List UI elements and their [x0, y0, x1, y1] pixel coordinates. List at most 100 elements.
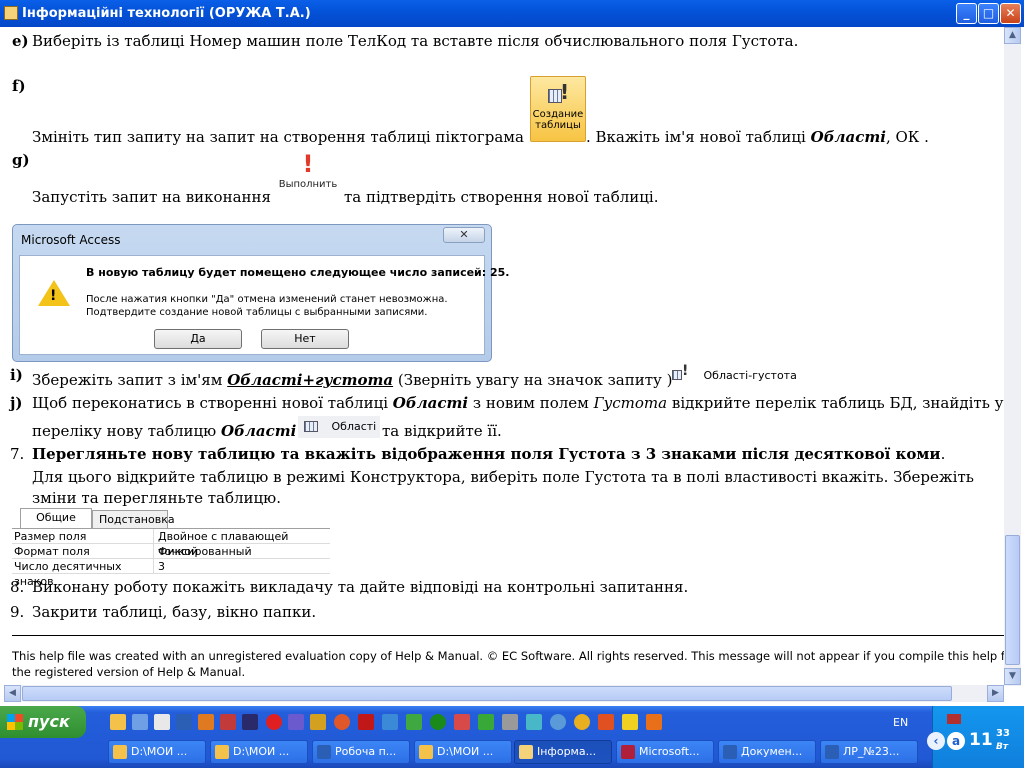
quicklaunch-app9-icon[interactable]: [526, 714, 542, 730]
step-e-text: Виберіть із таблиці Номер машин поле Тел…: [32, 32, 799, 50]
taskbar-item[interactable]: Microsoft...: [616, 740, 714, 764]
property-row[interactable]: Размер поля Двойное с плавающей точкой: [12, 529, 330, 558]
step-marker-g: g): [12, 151, 30, 169]
step-8-text: Виконану роботу покажіть викладачу та да…: [32, 578, 689, 596]
tab-general[interactable]: Общие: [20, 508, 92, 528]
quicklaunch-folder-icon[interactable]: [110, 714, 126, 730]
taskbar: пуск D:\МОИ ... D:\МОИ ... Робоча п... D…: [0, 706, 1024, 768]
exclamation-icon: !: [560, 80, 570, 104]
quicklaunch-chrome-icon[interactable]: [574, 714, 590, 730]
taskbar-item-active[interactable]: Інформа...: [514, 740, 612, 764]
dialog-yes-button[interactable]: Да: [154, 329, 242, 349]
window-title: Інформаційні технології (ОРУЖА Т.А.): [22, 6, 311, 21]
vertical-scroll-thumb[interactable]: [1005, 535, 1020, 665]
folder-icon: [113, 745, 127, 759]
property-row[interactable]: Формат поля Фиксированный: [12, 544, 330, 559]
step-marker-8: 8.: [10, 578, 25, 596]
horizontal-scroll-thumb[interactable]: [22, 686, 952, 701]
scroll-left-button[interactable]: ◀: [4, 685, 21, 702]
taskbar-item[interactable]: Робоча п...: [312, 740, 410, 764]
scroll-down-button[interactable]: ▼: [1004, 668, 1021, 685]
quicklaunch-settings-icon[interactable]: [198, 714, 214, 730]
table-object-chip: Області: [298, 416, 380, 438]
quicklaunch-app2-icon[interactable]: [288, 714, 304, 730]
make-table-label-line2: таблицы: [535, 120, 581, 131]
folder-icon: [215, 745, 229, 759]
folder-icon: [419, 745, 433, 759]
step-7-heading: Перегляньте нову таблицю та вкажіть відо…: [32, 445, 946, 463]
step-marker-i: i): [10, 366, 23, 384]
help-book-icon: [519, 745, 533, 759]
quicklaunch-app4-icon[interactable]: [334, 714, 350, 730]
scroll-right-button[interactable]: ▶: [987, 685, 1004, 702]
step-marker-e: e): [12, 32, 29, 50]
quicklaunch-opera-icon[interactable]: [266, 714, 282, 730]
horizontal-scrollbar[interactable]: ◀ ▶: [4, 685, 1004, 702]
quicklaunch-acrobat-icon[interactable]: [358, 714, 374, 730]
quicklaunch-search-icon[interactable]: [550, 714, 566, 730]
step-marker-9: 9.: [10, 603, 25, 621]
dialog-message-line1: После нажатия кнопки "Да" отмена изменен…: [86, 294, 448, 305]
word-doc-icon: [317, 745, 331, 759]
tray-expand-icon[interactable]: ‹: [927, 732, 945, 750]
quicklaunch-app6-icon[interactable]: [454, 714, 470, 730]
property-row[interactable]: Число десятичных знаков 3: [12, 559, 330, 588]
quicklaunch-word-icon[interactable]: [176, 714, 192, 730]
start-button[interactable]: пуск: [0, 706, 86, 738]
footer-notice-line2: the registered version of Help & Manual.: [12, 665, 246, 679]
step-i-text: Збережіть запит з ім'ям Області+густота …: [32, 371, 673, 389]
clock-day: Вт: [996, 742, 1009, 752]
scroll-up-button[interactable]: ▲: [1004, 27, 1021, 44]
step-7-line3: зміни та перегляньте таблицю.: [32, 489, 282, 507]
maximize-button[interactable]: □: [978, 3, 999, 24]
quicklaunch-desktop-icon[interactable]: [132, 714, 148, 730]
table-icon: [304, 420, 322, 434]
quicklaunch-app-icon[interactable]: [220, 714, 236, 730]
vertical-scrollbar[interactable]: ▲ ▼: [1004, 27, 1021, 686]
dialog-message-main: В новую таблицу будет помещено следующее…: [86, 266, 510, 279]
quicklaunch-ie-icon[interactable]: [382, 714, 398, 730]
language-indicator[interactable]: EN: [893, 716, 908, 729]
dialog-message-line2: Подтвердите создание новой таблицы с выб…: [86, 307, 428, 318]
properties-grid: Размер поля Двойное с плавающей точкой Фо…: [12, 528, 330, 588]
step-marker-f: f): [12, 77, 26, 95]
taskbar-item[interactable]: D:\МОИ ...: [210, 740, 308, 764]
quicklaunch-app8-icon[interactable]: [502, 714, 518, 730]
taskbar-item[interactable]: Докумен...: [718, 740, 816, 764]
taskbar-item[interactable]: D:\МОИ ...: [414, 740, 512, 764]
footer-notice-line1: This help file was created with an unreg…: [12, 649, 1004, 663]
quicklaunch-app3-icon[interactable]: [310, 714, 326, 730]
make-table-button: ! Создание таблицы: [530, 76, 586, 142]
step-g-text: Запустіть запит на виконання: [32, 188, 271, 206]
step-j-text-line2: переліку нову таблицю Області: [32, 422, 297, 440]
word-doc-icon: [723, 745, 737, 759]
query-chip-label: Області-густота: [703, 369, 797, 382]
step-marker-j: j): [10, 394, 23, 412]
dialog-no-button[interactable]: Нет: [261, 329, 349, 349]
quicklaunch-app11-icon[interactable]: [622, 714, 638, 730]
quicklaunch-app10-icon[interactable]: [598, 714, 614, 730]
taskbar-item[interactable]: D:\МОИ ...: [108, 740, 206, 764]
title-bar[interactable]: Інформаційні технології (ОРУЖА Т.А.) _ □…: [0, 0, 1024, 27]
quicklaunch-app7-icon[interactable]: [478, 714, 494, 730]
dialog-close-button[interactable]: ✕: [443, 227, 485, 243]
warning-exclamation: !: [50, 288, 57, 304]
flag-icon: [947, 714, 961, 724]
quicklaunch-photoshop-icon[interactable]: [242, 714, 258, 730]
run-query-button: ! Выполнить: [274, 149, 342, 201]
access-confirm-dialog: Microsoft Access ✕ ! В новую таблицу буд…: [12, 224, 509, 362]
minimize-button[interactable]: _: [956, 3, 977, 24]
quicklaunch-app5-icon[interactable]: [406, 714, 422, 730]
dialog-title: Microsoft Access: [21, 233, 121, 247]
tray-app-icon[interactable]: a: [947, 732, 965, 750]
taskbar-item[interactable]: ЛР_№23...: [820, 740, 918, 764]
run-label: Выполнить: [278, 179, 338, 190]
close-button[interactable]: ✕: [1000, 3, 1021, 24]
windows-logo-icon: [7, 714, 23, 730]
quicklaunch-notepad-icon[interactable]: [154, 714, 170, 730]
clock-hour: 11: [969, 730, 993, 750]
step-f-text: Змініть тип запиту на запит на створення…: [32, 128, 524, 146]
quicklaunch-utorrent-icon[interactable]: [430, 714, 446, 730]
tab-lookup[interactable]: Подстановка: [92, 510, 175, 528]
quicklaunch-app12-icon[interactable]: [646, 714, 662, 730]
